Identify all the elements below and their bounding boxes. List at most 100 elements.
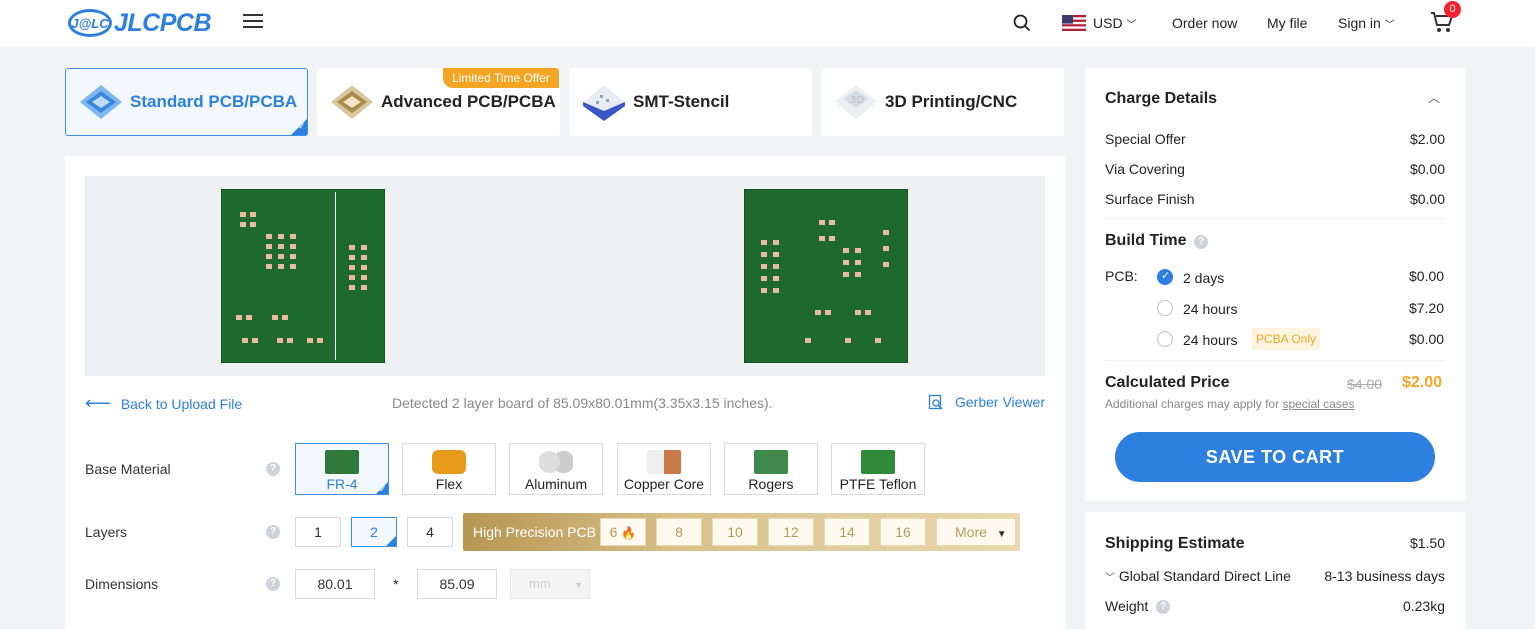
caret-down-icon: ▼ [996,529,1007,540]
layer-option-14[interactable]: 14 [824,518,870,546]
back-to-upload-link[interactable]: ⟵ Back to Upload File [85,393,242,414]
menu-icon[interactable] [243,14,263,32]
help-icon[interactable]: ? [1194,235,1208,249]
logo-wordmark: JLCPCB [114,8,212,37]
sign-in-link[interactable]: Sign in ﹀ [1338,15,1395,31]
charge-details-title: Charge Details [1105,90,1218,107]
radio-icon [1157,300,1173,316]
build-option-label: 2 days [1183,270,1225,286]
tab-label: SMT-Stencil [633,92,730,111]
chevron-down-icon: ﹀ [1384,20,1395,31]
help-icon[interactable]: ? [266,577,280,591]
layer-label: 6 [609,524,618,540]
ptfe-board-icon [861,450,895,474]
pcb-top-view-image [221,189,385,363]
material-option-flex[interactable]: Flex [402,443,496,495]
copper-core-board-icon [647,450,681,474]
layer-option-8[interactable]: 8 [656,518,702,546]
dimension-separator: * [393,576,399,592]
sign-in-label: Sign in [1338,15,1381,31]
layer-option-4[interactable]: 4 [407,517,453,547]
material-label: FR-4 [326,476,358,492]
cart-count-badge: 0 [1444,1,1461,18]
note-text: Additional charges may apply for [1105,397,1280,411]
material-option-aluminum[interactable]: Aluminum [509,443,603,495]
radio-icon [1157,331,1173,347]
radio-checked-icon [1157,269,1173,285]
unit-label: mm [529,576,551,591]
old-price: $4.00 [1347,376,1383,392]
collapse-chevron-icon[interactable]: ︿ [1428,89,1440,106]
build-option-label: 24 hours [1183,301,1238,317]
layers-label: Layers [85,524,128,540]
tab-smt-stencil[interactable]: SMT-Stencil [569,68,812,136]
base-material-label: Base Material [85,461,171,477]
help-icon[interactable]: ? [1156,600,1171,615]
fr4-board-icon [325,450,359,474]
charge-row: Via Covering $0.00 [1105,161,1445,177]
caret-down-icon: ▼ [574,580,584,590]
pcb-build-label: PCB: [1105,268,1138,284]
dimension-y-input[interactable]: 85.09 [417,569,497,599]
tab-3d-printing[interactable]: 3D 3D Printing/CNC [821,68,1064,136]
charge-value: $0.00 [1409,191,1445,207]
smt-stencil-icon [583,85,625,121]
currency-selector[interactable]: USD ﹀ [1093,15,1136,31]
weight-row: Weight ? 0.23kg [1105,598,1445,615]
material-option-ptfe-teflon[interactable]: PTFE Teflon [831,443,925,495]
more-layers-dropdown[interactable]: More ▼ [936,518,1016,546]
tab-label: Advanced PCB/PCBA [381,92,556,111]
layer-option-1[interactable]: 1 [295,517,341,547]
layer-option-16[interactable]: 16 [880,518,926,546]
charge-label: Surface Finish [1105,191,1195,207]
layer-option-12[interactable]: 12 [768,518,814,546]
new-price: $2.00 [1402,374,1443,391]
build-option-2-days[interactable] [1157,269,1173,288]
unit-select[interactable]: mm ▼ [510,569,590,599]
my-file-link[interactable]: My file [1267,15,1307,31]
search-icon[interactable] [1013,14,1031,32]
build-option-24-hours-pcba[interactable] [1157,331,1173,350]
shipping-price: $1.50 [1409,535,1445,551]
charge-value: $0.00 [1409,161,1445,177]
material-label: Flex [435,476,463,492]
material-label: Aluminum [524,476,588,492]
dimension-x-input[interactable]: 80.01 [295,569,375,599]
divider [1105,360,1445,361]
standard-pcb-icon [80,85,122,119]
help-icon[interactable]: ? [266,462,280,476]
build-option-price: $0.00 [1409,268,1445,284]
currency-label: USD [1093,15,1123,31]
layer-option-6[interactable]: 6 🔥 [600,518,646,546]
material-option-fr4[interactable]: FR-4 [295,443,389,495]
high-precision-label: High Precision PCB [473,524,596,540]
jlcpcb-logo[interactable]: J@LC JLCPCB [68,6,212,40]
build-option-price: $0.00 [1409,331,1445,347]
save-to-cart-button[interactable]: SAVE TO CART [1115,432,1435,482]
layer-option-10[interactable]: 10 [712,518,758,546]
selected-check-icon [376,482,388,495]
charge-row: Surface Finish $0.00 [1105,191,1445,207]
build-time-title: Build Time [1105,232,1187,249]
tab-standard-pcb[interactable]: Standard PCB/PCBA [65,68,308,136]
advanced-pcb-icon [331,85,373,119]
chevron-down-icon: ﹀ [1126,20,1137,31]
material-option-copper-core[interactable]: Copper Core [617,443,711,495]
shipping-method-row[interactable]: ﹀ Global Standard Direct Line 8-13 busin… [1105,568,1445,584]
help-icon[interactable]: ? [266,525,280,539]
shipping-method-label: Global Standard Direct Line [1118,568,1291,584]
weight: Weight ? [1105,598,1171,615]
limited-offer-badge: Limited Time Offer [443,68,559,88]
layer-label: 2 [370,524,378,540]
order-now-link[interactable]: Order now [1172,15,1237,31]
gerber-viewer-link[interactable]: Gerber Viewer [928,394,1045,410]
gerber-viewer-icon [928,394,943,410]
special-cases-link[interactable]: special cases [1282,397,1354,411]
build-option-24-hours[interactable] [1157,300,1173,319]
pcb-bottom-view-image [744,189,908,363]
material-option-rogers[interactable]: Rogers [724,443,818,495]
selected-check-icon [386,536,396,566]
material-label: PTFE Teflon [839,476,917,492]
layer-option-2[interactable]: 2 [351,517,397,566]
logo-badge: J@LC [68,9,112,37]
